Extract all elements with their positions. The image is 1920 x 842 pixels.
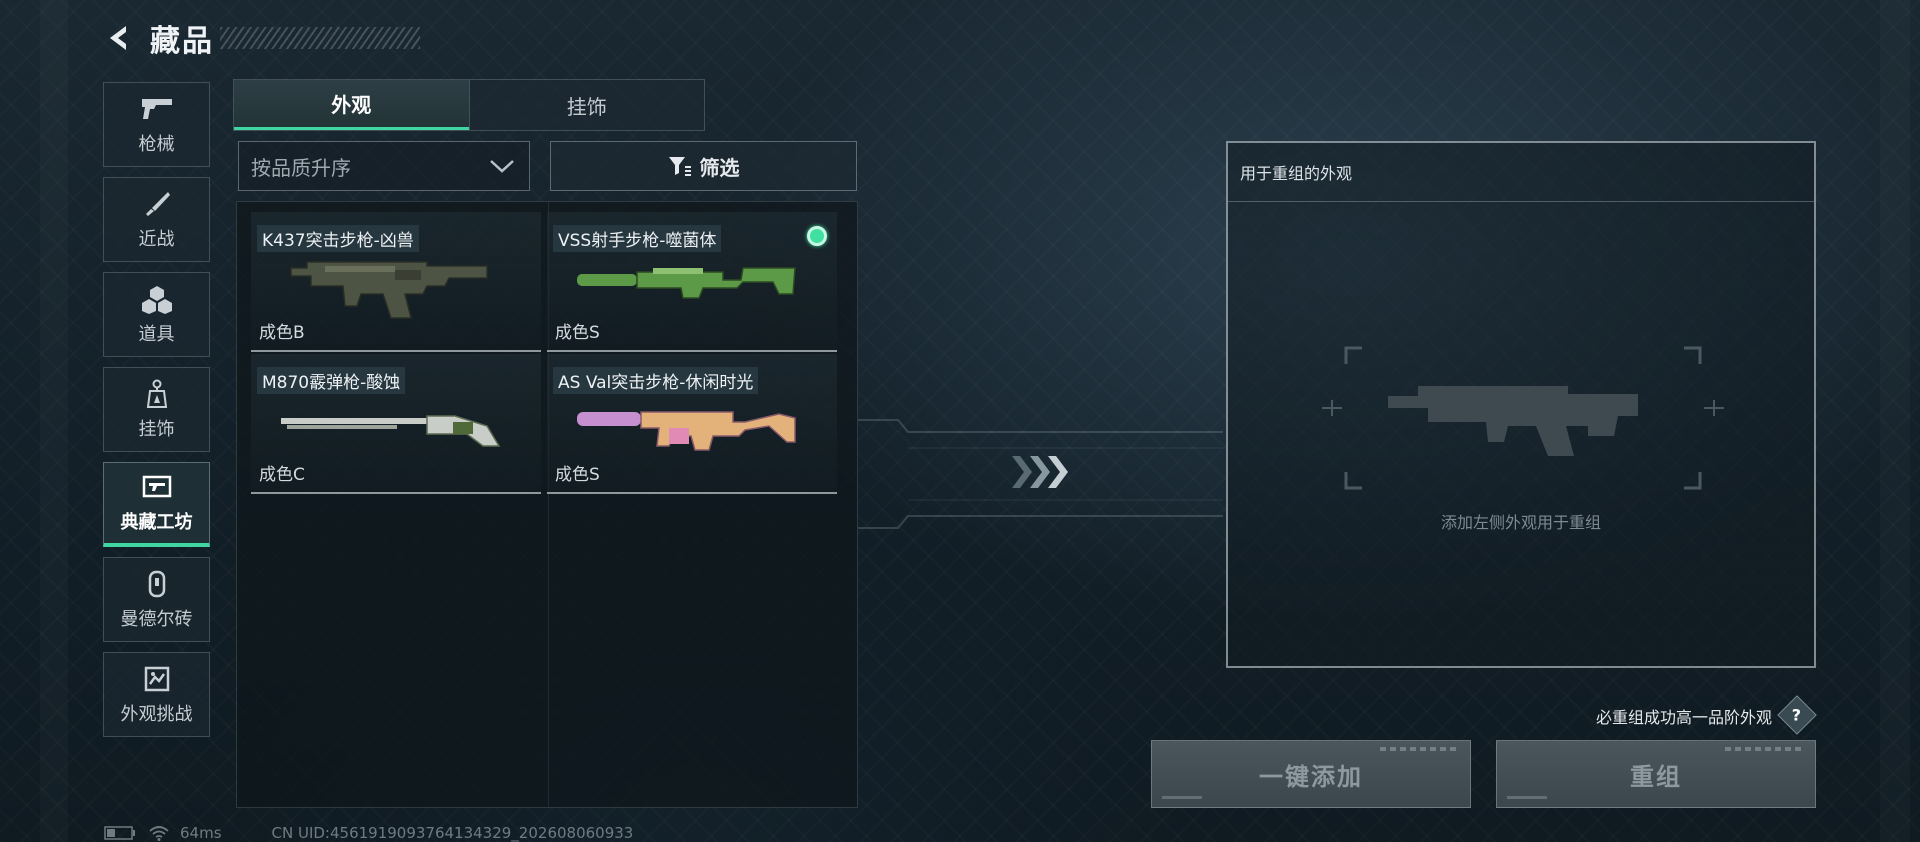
recombine-panel: 用于重组的外观 添加左侧外观用于重组: [1226, 141, 1816, 668]
cubes-icon: [140, 284, 174, 314]
button-decoration: [1162, 796, 1202, 799]
skin-tabs: 外观 挂饰: [233, 79, 705, 131]
button-decoration: [1725, 747, 1805, 751]
skin-quality: 成色S: [555, 323, 600, 343]
title-decoration: [220, 27, 420, 49]
sidebar-item-label: 枪械: [138, 133, 175, 155]
sidebar-item-melee[interactable]: 近战: [103, 177, 210, 262]
category-sidebar: 枪械 近战 道具 挂饰 典藏工坊 曼德尔砖 外观挑战: [103, 82, 211, 747]
wifi-icon: [149, 826, 169, 841]
sidebar-item-label: 挂饰: [138, 418, 175, 440]
rifle-image: [577, 267, 796, 299]
transfer-arrows-icon: [1012, 456, 1068, 488]
sort-dropdown[interactable]: 按品质升序: [238, 141, 530, 191]
sidebar-item-label: 曼德尔砖: [120, 608, 193, 630]
chevron-down-icon: [490, 160, 514, 173]
sidebar-item-challenges[interactable]: 外观挑战: [103, 652, 210, 737]
skin-name: VSS射手步枪-噬菌体: [553, 225, 722, 252]
gun-frame-icon: [140, 472, 174, 502]
sidebar-item-charms[interactable]: 挂饰: [103, 367, 210, 452]
status-bar: 64ms CN UID:4561919093764134329_20260806…: [104, 824, 633, 842]
add-all-button[interactable]: 一键添加: [1151, 740, 1471, 808]
button-decoration: [1380, 747, 1460, 751]
sidebar-item-guns[interactable]: 枪械: [103, 82, 210, 167]
help-label: ?: [1792, 705, 1802, 725]
background-pillar: [1880, 0, 1910, 842]
divider: [1228, 201, 1814, 202]
skin-card[interactable]: M870霰弹枪-酸蚀 成色C: [251, 354, 541, 494]
skin-name: M870霰弹枪-酸蚀: [257, 367, 406, 394]
empty-slot-rifle-icon[interactable]: [1318, 338, 1728, 498]
recombine-panel-title: 用于重组的外观: [1240, 164, 1353, 183]
sidebar-item-label: 道具: [138, 323, 175, 345]
sidebar-item-label: 近战: [138, 228, 175, 250]
skin-quality: 成色C: [259, 465, 305, 485]
skin-name: AS Val突击步枪-休闲时光: [553, 367, 759, 394]
tab-charms[interactable]: 挂饰: [468, 80, 704, 130]
sort-value: 按品质升序: [251, 155, 351, 180]
background-pillar: [40, 0, 68, 842]
skin-card[interactable]: K437突击步枪-凶兽 成色B: [251, 212, 541, 352]
rifle-image: [577, 411, 796, 451]
filter-icon: [668, 157, 691, 176]
selected-indicator: [807, 226, 827, 246]
button-decoration: [1507, 796, 1547, 799]
filter-label: 筛选: [699, 155, 740, 180]
filter-button[interactable]: 筛选: [550, 141, 857, 191]
sidebar-item-workshop[interactable]: 典藏工坊: [103, 462, 210, 547]
recombine-button[interactable]: 重组: [1496, 740, 1816, 808]
pistol-icon: [140, 94, 174, 124]
ping-text: 64ms: [180, 824, 222, 842]
recombine-label: 重组: [1630, 762, 1682, 791]
skin-name: K437突击步枪-凶兽: [257, 225, 419, 252]
tab-appearance[interactable]: 外观: [234, 80, 469, 130]
header: 藏品: [100, 18, 420, 59]
recombine-rule-text: 必重组成功高一品阶外观: [1595, 708, 1772, 727]
skin-grid: K437突击步枪-凶兽 成色B VSS射手步枪-噬菌体 成色S M870霰弹枪-…: [236, 201, 858, 808]
sidebar-item-label: 外观挑战: [120, 703, 193, 725]
skin-quality: 成色B: [259, 323, 305, 343]
brick-icon: [140, 569, 174, 599]
skin-quality: 成色S: [555, 465, 600, 485]
uid-text: CN UID:4561919093764134329_202608060933: [271, 824, 634, 842]
challenge-icon: [140, 664, 174, 694]
recombine-hint: 添加左侧外观用于重组: [1440, 513, 1601, 532]
knife-icon: [140, 189, 174, 219]
charm-icon: [140, 379, 174, 409]
sidebar-item-gadgets[interactable]: 道具: [103, 272, 210, 357]
sidebar-item-label: 典藏工坊: [120, 512, 193, 533]
skin-card[interactable]: AS Val突击步枪-休闲时光 成色S: [547, 354, 837, 494]
skin-card[interactable]: VSS射手步枪-噬菌体 成色S: [547, 212, 837, 352]
back-arrow-icon: [110, 26, 126, 50]
sidebar-item-mandel-brick[interactable]: 曼德尔砖: [103, 557, 210, 642]
add-all-label: 一键添加: [1259, 762, 1363, 791]
help-icon[interactable]: ?: [1777, 695, 1817, 735]
rifle-image: [290, 261, 488, 319]
page-title: 藏品: [150, 24, 214, 59]
back-button[interactable]: [100, 18, 140, 58]
shotgun-image: [281, 415, 501, 447]
battery-icon: [104, 826, 135, 840]
